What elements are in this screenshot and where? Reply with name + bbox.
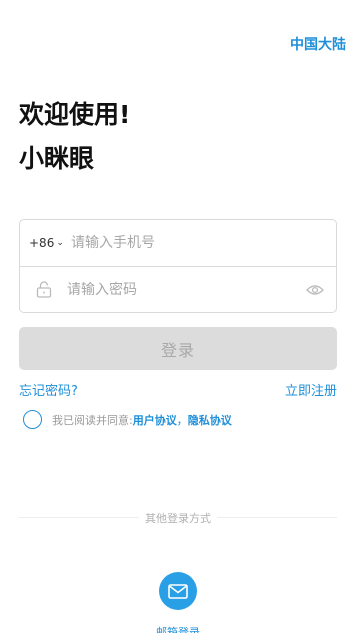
welcome-title: 欢迎使用! 小眯眼 <box>19 93 130 181</box>
eye-icon[interactable] <box>306 281 324 300</box>
country-code-selector[interactable]: +86 ⌄ <box>20 236 64 250</box>
login-button[interactable]: 登录 <box>19 327 337 370</box>
welcome-line-1: 欢迎使用! <box>19 100 131 129</box>
agreement-separator: ， <box>176 413 188 427</box>
forgot-password-link[interactable]: 忘记密码? <box>19 380 78 399</box>
login-form: +86 ⌄ <box>19 219 337 313</box>
email-login-button[interactable] <box>159 572 197 610</box>
mail-icon <box>168 583 188 599</box>
agreement-radio[interactable] <box>23 410 42 429</box>
privacy-agreement-link[interactable]: 隐私协议 <box>188 412 232 428</box>
chevron-down-icon: ⌄ <box>56 238 64 248</box>
register-link[interactable]: 立即注册 <box>285 380 337 399</box>
region-selector[interactable]: 中国大陆 <box>290 34 346 54</box>
phone-row: +86 ⌄ <box>20 220 336 266</box>
country-code: +86 <box>29 236 55 250</box>
phone-input[interactable] <box>71 228 321 258</box>
other-login-label: 其他登录方式 <box>139 510 217 526</box>
email-login-label[interactable]: 邮箱登录 <box>156 624 200 633</box>
user-agreement-link[interactable]: 用户协议 <box>133 412 177 428</box>
lock-icon <box>24 281 64 298</box>
app-name: 小眯眼 <box>19 144 95 173</box>
password-input[interactable] <box>67 274 287 305</box>
agreement-prefix: 我已阅读并同意: <box>52 413 133 427</box>
password-row <box>20 266 336 312</box>
agreement-row: 我已阅读并同意: 用户协议 ， 隐私协议 <box>23 410 232 429</box>
